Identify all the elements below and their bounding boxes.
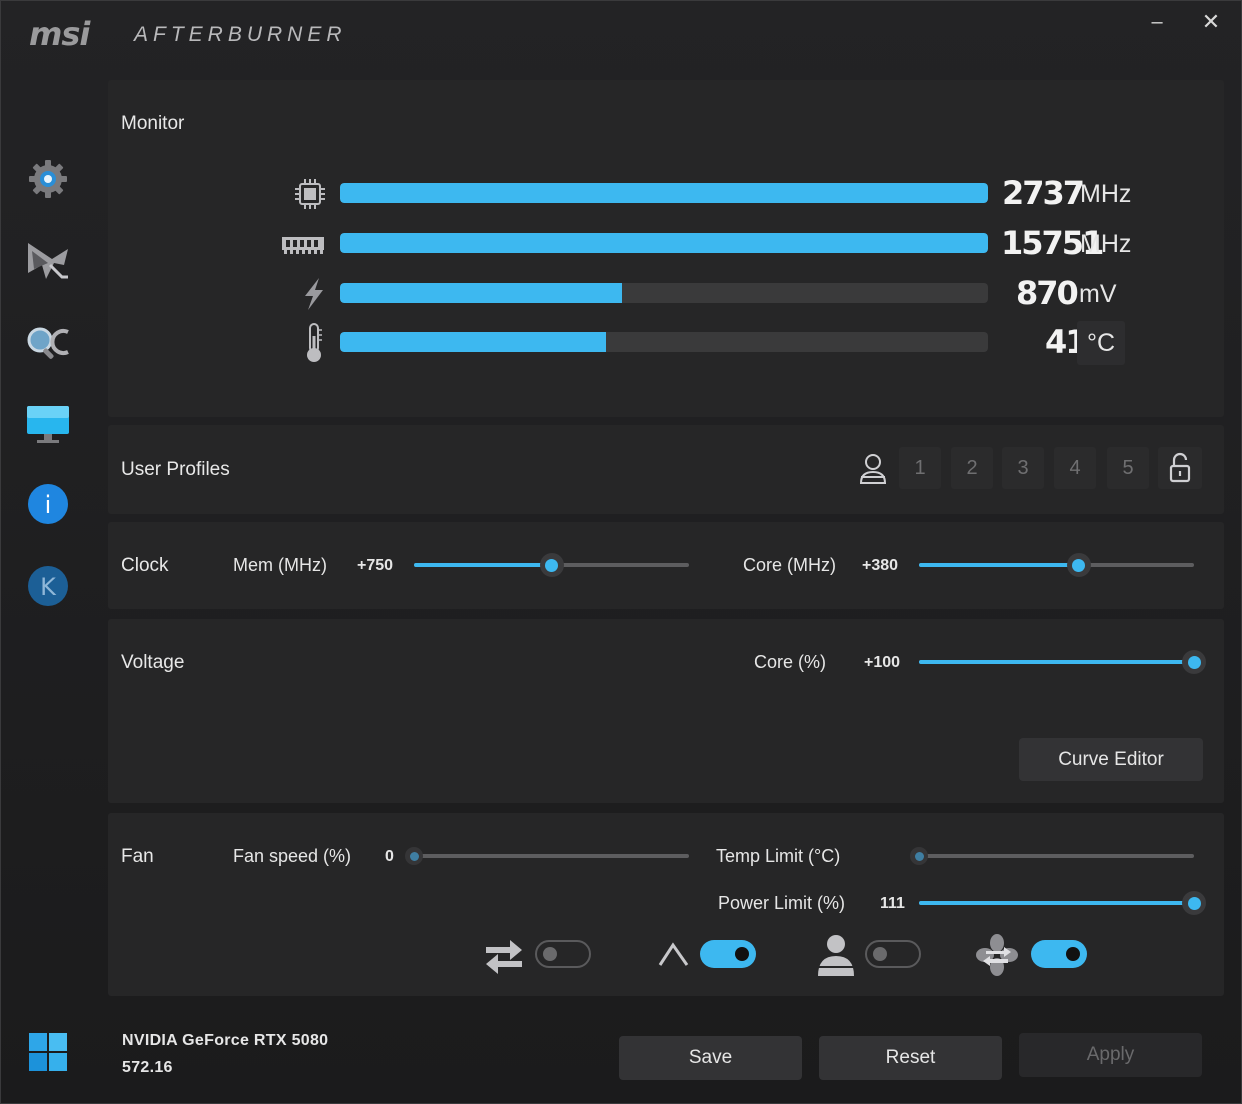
power-limit-value: 111 [880, 895, 905, 912]
msi-logo: msi [29, 15, 90, 53]
settings-gear-icon[interactable] [23, 154, 73, 204]
user-profiles-panel: User Profiles 1 2 3 4 5 [108, 425, 1224, 514]
fan-label: Fan [121, 846, 154, 867]
user-profiles-label: User Profiles [121, 459, 230, 480]
core-voltage-slider[interactable] [919, 650, 1206, 674]
app-title: AFTERBURNER [134, 23, 347, 46]
link-toggle[interactable] [535, 940, 591, 968]
temp-limit-label: Temp Limit (°C) [716, 846, 841, 866]
app-window: msi AFTERBURNER – ✕ i K Monitor 2737 MHz… [0, 0, 1242, 1104]
driver-version: 572.16 [122, 1059, 173, 1076]
monitor-row-gpu-clock: 2737 MHz [108, 174, 1224, 214]
core-clock-label: Core (MHz) [743, 555, 836, 575]
fan-speed-slider-thumb[interactable] [405, 847, 423, 865]
monitor-label: Monitor [121, 113, 185, 134]
gpu-name: NVIDIA GeForce RTX 5080 [122, 1032, 329, 1049]
profile-slot-2[interactable]: 2 [951, 447, 993, 489]
power-limit-slider-thumb[interactable] [1182, 891, 1206, 915]
thermometer-icon [294, 323, 334, 363]
user-profile-toggle-icon [815, 932, 857, 978]
mem-clock-offset-value: +750 [357, 557, 394, 574]
monitor-row-mem-clock: 15751 MHz [108, 224, 1224, 264]
power-limit-slider[interactable] [919, 891, 1206, 915]
k-icon[interactable]: K [23, 561, 73, 611]
temperature-unit-toggle[interactable]: °C [1077, 321, 1125, 365]
unlock-icon[interactable] [1158, 447, 1202, 489]
fan-sync-toggle[interactable] [1031, 940, 1087, 968]
core-clock-slider[interactable] [919, 553, 1194, 577]
temp-limit-slider-thumb[interactable] [910, 847, 928, 865]
fan-panel: Fan Fan speed (%) 0 Temp Limit (°C) Powe… [108, 813, 1224, 996]
reset-button[interactable]: Reset [819, 1036, 1002, 1080]
gpu-clock-bar [340, 183, 988, 203]
search-monitor-icon[interactable] [23, 317, 73, 367]
fan-speed-slider[interactable] [405, 844, 689, 868]
profile-slot-3[interactable]: 3 [1002, 447, 1044, 489]
power-limit-label: Power Limit (%) [718, 893, 846, 913]
profile-slot-1[interactable]: 1 [899, 447, 941, 489]
close-button[interactable]: ✕ [1193, 7, 1229, 37]
core-clock-slider-thumb[interactable] [1066, 553, 1091, 577]
voltage-label: Voltage [121, 652, 185, 673]
voltage-bar [340, 283, 988, 303]
auto-toggle[interactable] [700, 940, 756, 968]
user-profile-icon[interactable] [858, 452, 888, 486]
display-monitor-icon[interactable] [23, 399, 73, 449]
info-icon[interactable]: i [23, 479, 73, 529]
gpu-chip-icon [290, 174, 330, 214]
mem-clock-label: Mem (MHz) [233, 555, 327, 575]
fan-speed-label: Fan speed (%) [233, 846, 352, 866]
fan-speed-value: 0 [385, 848, 394, 865]
windows-logo-icon [23, 1027, 73, 1077]
core-voltage-value: +100 [864, 654, 901, 671]
voltage-bolt-icon [294, 274, 334, 314]
voltage-panel: Voltage Core (%) +100 Curve Editor [108, 619, 1224, 803]
temperature-bar [340, 332, 988, 352]
core-clock-offset-value: +380 [862, 557, 899, 574]
clock-label: Clock [121, 555, 169, 576]
monitor-row-temperature: 41 °C [108, 321, 1224, 365]
minimize-button[interactable]: – [1139, 7, 1175, 37]
svg-text:i: i [45, 491, 52, 519]
monitor-row-voltage: 870 mV [108, 274, 1224, 314]
gpu-clock-unit: MHz [1080, 180, 1132, 208]
voltage-value: 870 [1016, 274, 1079, 312]
link-arrows-icon [482, 934, 526, 976]
mem-clock-bar [340, 233, 988, 253]
memory-module-icon [280, 224, 326, 264]
gpu-clock-value: 2737 [1002, 174, 1085, 212]
profile-slot-4[interactable]: 4 [1054, 447, 1096, 489]
save-button[interactable]: Save [619, 1036, 802, 1080]
voltage-unit: mV [1079, 280, 1117, 308]
mem-clock-unit: MHz [1080, 230, 1132, 258]
temp-limit-slider[interactable] [910, 844, 1194, 868]
core-voltage-label: Core (%) [754, 652, 827, 672]
monitor-panel: Monitor 2737 MHz 15751 MHz 870 mV 41 °C [108, 80, 1224, 417]
svg-text:K: K [40, 573, 57, 601]
fan-sync-icon [974, 933, 1020, 977]
mem-clock-slider[interactable] [414, 553, 689, 577]
mem-clock-slider-thumb[interactable] [539, 553, 564, 577]
apply-button[interactable]: Apply [1019, 1033, 1202, 1077]
user-profile-toggle[interactable] [865, 940, 921, 968]
auto-a-icon [657, 939, 691, 971]
clock-panel: Clock Mem (MHz) +750 Core (MHz) +380 [108, 522, 1224, 609]
oc-scanner-icon[interactable] [23, 236, 73, 286]
curve-editor-button[interactable]: Curve Editor [1019, 738, 1203, 781]
core-voltage-slider-thumb[interactable] [1182, 650, 1206, 674]
profile-slot-5[interactable]: 5 [1107, 447, 1149, 489]
